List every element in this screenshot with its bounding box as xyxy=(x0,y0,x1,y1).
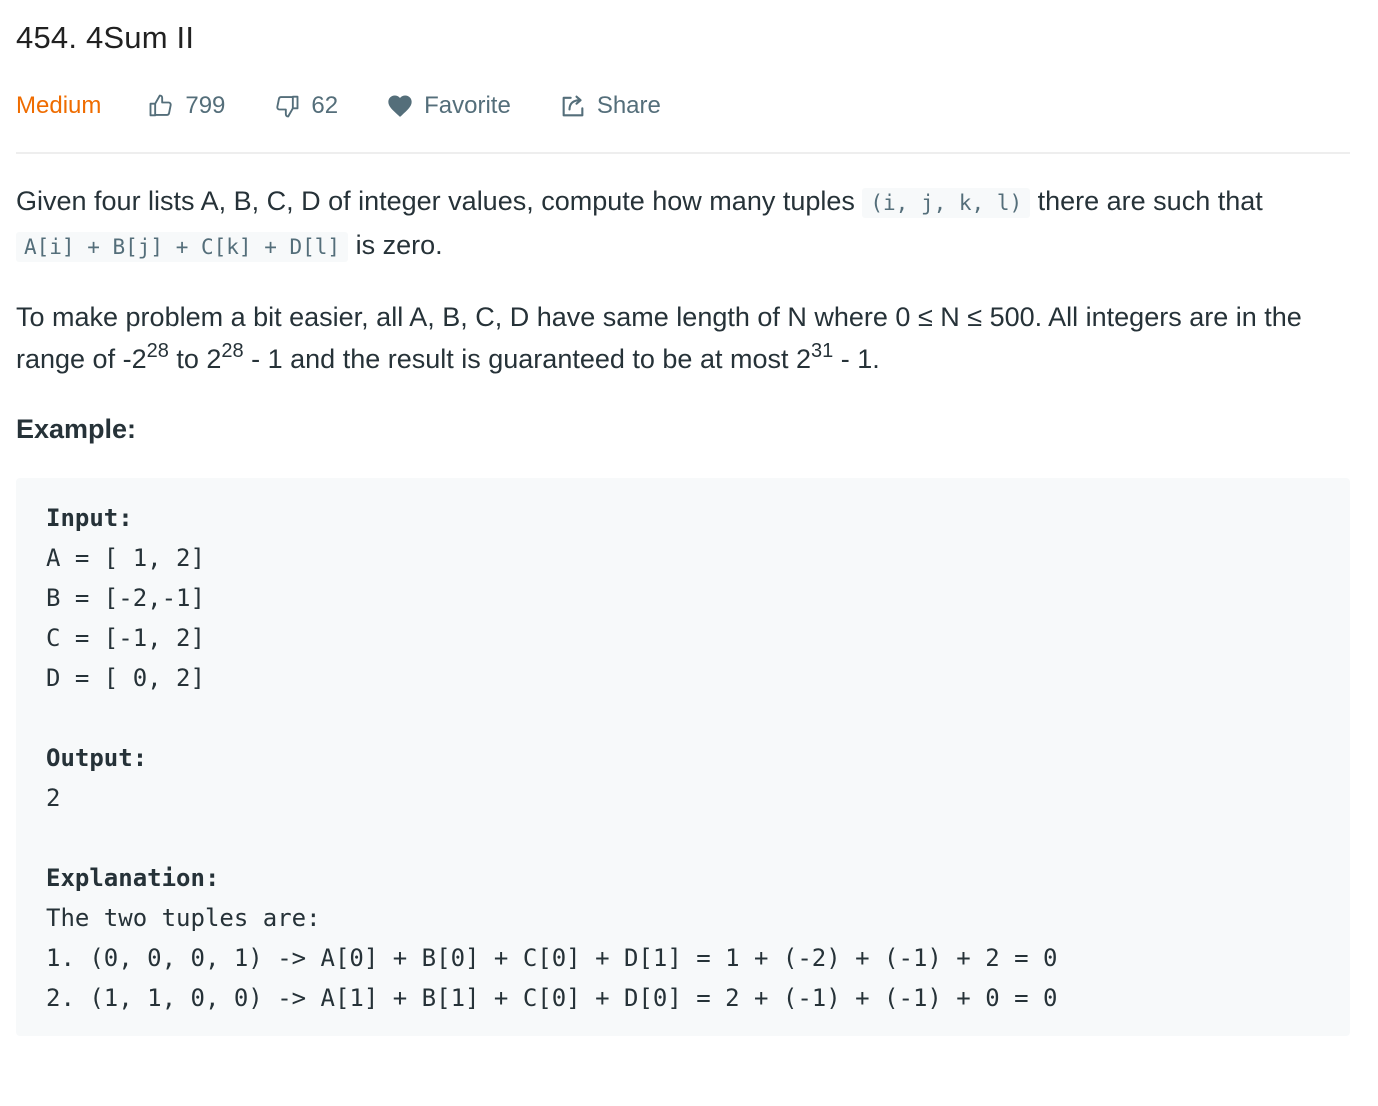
description-paragraph-1: Given four lists A, B, C, D of integer v… xyxy=(16,186,1263,262)
thumbs-up-icon xyxy=(149,94,173,117)
problem-page: 454. 4Sum II Medium 799 62 Favorite Shar… xyxy=(0,0,1378,1106)
input-line: A = [ 1, 2] xyxy=(46,544,205,572)
input-line: C = [-1, 2] xyxy=(46,624,205,652)
problem-meta-bar: Medium 799 62 Favorite Share xyxy=(16,86,709,126)
favorite-label: Favorite xyxy=(424,92,511,119)
heart-icon xyxy=(388,95,412,117)
like-button[interactable]: 799 xyxy=(147,92,225,120)
problem-description: Given four lists A, B, C, D of integer v… xyxy=(16,180,1356,1036)
input-line: B = [-2,-1] xyxy=(46,584,205,612)
explanation-line: 1. (0, 0, 0, 1) -> A[0] + B[0] + C[0] + … xyxy=(46,944,1058,972)
description-paragraph-2: To make problem a bit easier, all A, B, … xyxy=(16,302,1302,374)
input-line: D = [ 0, 2] xyxy=(46,664,205,692)
thumbs-down-icon xyxy=(276,95,299,118)
explanation-label: Explanation: xyxy=(46,864,220,892)
example-heading: Example: xyxy=(16,414,137,444)
header-divider xyxy=(16,152,1350,154)
favorite-button[interactable]: Favorite xyxy=(386,92,511,120)
explanation-line: 2. (1, 1, 0, 0) -> A[1] + B[1] + C[0] + … xyxy=(46,984,1058,1012)
difficulty-label: Medium xyxy=(16,92,102,119)
like-count: 799 xyxy=(185,92,226,119)
output-value: 2 xyxy=(46,784,61,812)
share-icon xyxy=(562,95,584,117)
inline-code-sum: A[i] + B[j] + C[k] + D[l] xyxy=(16,232,349,262)
inline-code-tuple: (i, j, k, l) xyxy=(862,188,1031,218)
dislike-count: 62 xyxy=(311,92,339,119)
output-label: Output: xyxy=(46,744,148,772)
dislike-button[interactable]: 62 xyxy=(273,92,338,120)
input-label: Input: xyxy=(46,504,133,532)
problem-title: 454. 4Sum II xyxy=(16,20,195,55)
share-button[interactable]: Share xyxy=(559,92,661,120)
share-label: Share xyxy=(596,92,661,119)
explanation-line: The two tuples are: xyxy=(46,904,321,932)
example-code-block: Input: A = [ 1, 2] B = [-2,-1] C = [-1, … xyxy=(16,478,1350,1036)
